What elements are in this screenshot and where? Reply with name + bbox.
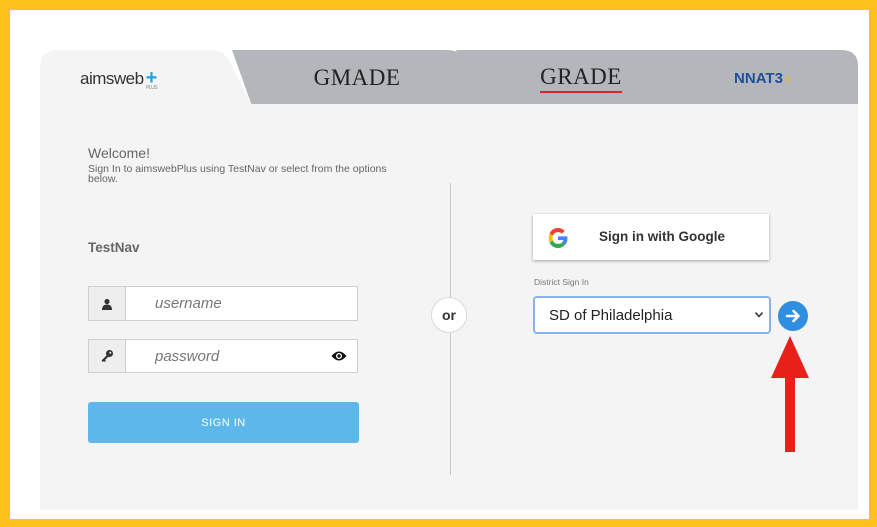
welcome-title: Welcome! [88,145,150,161]
password-field[interactable]: password [88,339,358,373]
username-field[interactable]: username [88,286,358,321]
aimsweb-logo: aimsweb + PLUS [80,66,158,91]
google-sign-in-label: Sign in with Google [599,229,725,244]
tab-grade-label: GRADE [540,64,622,93]
tab-aimsweb[interactable]: aimsweb + PLUS [40,50,252,106]
show-password-eye-icon[interactable] [331,349,347,368]
user-icon [89,287,126,320]
nnat3-chevron-icon: › [784,69,790,87]
arrow-right-icon [785,309,800,323]
or-separator: or [431,297,467,333]
tab-gmade[interactable]: GMADE [232,50,482,106]
username-input[interactable]: username [155,295,222,312]
google-sign-in-button[interactable]: Sign in with Google [533,214,769,260]
google-logo-icon [547,227,569,254]
tab-aimsweb-label: aimsweb [80,68,144,88]
chevron-down-icon [755,312,763,318]
key-icon [89,340,126,372]
tab-aimsweb-sub: PLUS [146,84,158,91]
password-input[interactable]: password [155,348,219,365]
tab-nnat3-label: NNAT3 [734,69,783,87]
product-tabs: aimsweb + PLUS GMADE GRADE NNAT3 › [40,50,858,106]
tab-gmade-label: GMADE [313,65,401,90]
welcome-subtitle: Sign In to aimswebPlus using TestNav or … [88,163,387,185]
tab-nnat3[interactable]: NNAT3 › [666,50,858,106]
district-select[interactable]: SD of Philadelphia [533,296,771,334]
sign-in-button[interactable]: SIGN IN [88,402,359,443]
district-sign-in-label: District Sign In [534,277,589,287]
red-annotation-arrow-icon [771,336,809,452]
district-selected-value: SD of Philadelphia [549,307,673,324]
go-arrow-button[interactable] [778,301,808,331]
testnav-heading: TestNav [88,240,140,255]
